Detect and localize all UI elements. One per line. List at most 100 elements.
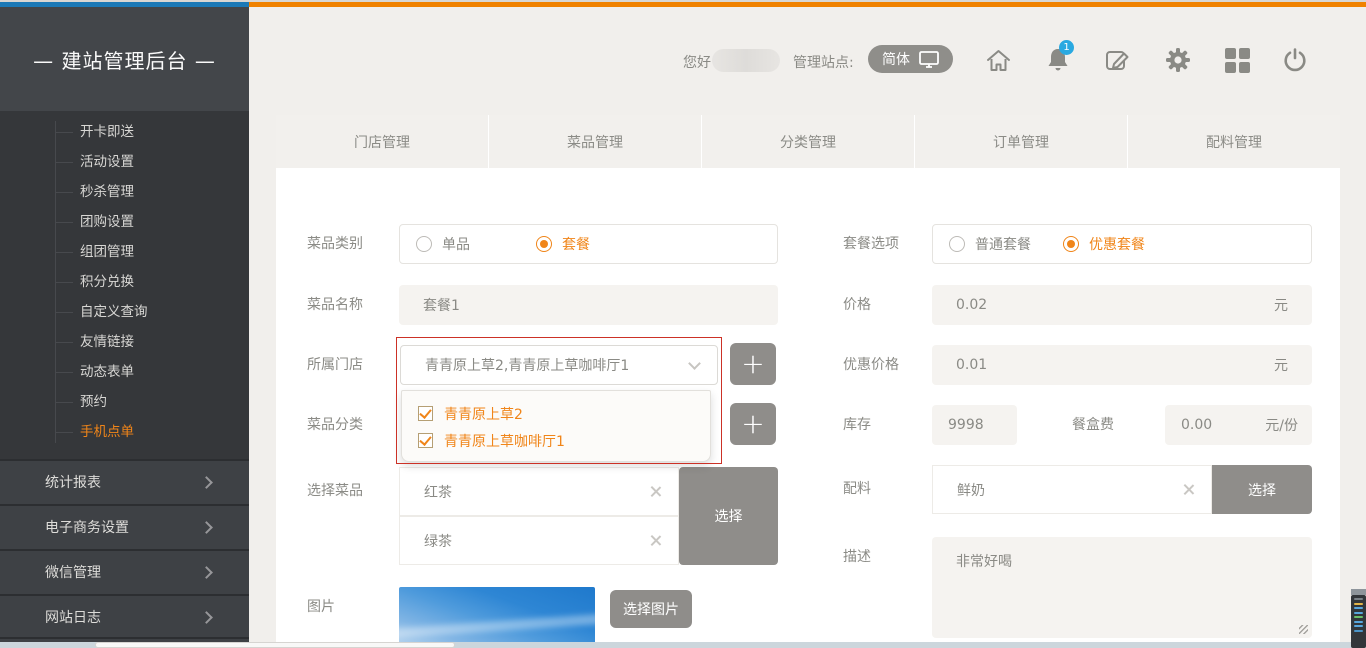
site-label: 管理站点: <box>793 52 854 72</box>
minimap-mark <box>1354 625 1363 627</box>
sidebar-item-groupbuy[interactable]: 团购设置 <box>0 207 249 237</box>
close-icon[interactable] <box>649 534 662 547</box>
chevron-down-icon <box>688 357 701 370</box>
horizontal-scrollbar-thumb[interactable] <box>95 642 455 648</box>
description-label: 描述 <box>843 537 871 577</box>
sidebar-item-booking[interactable]: 预约 <box>0 387 249 417</box>
monitor-icon <box>919 51 939 68</box>
tab-category-management[interactable]: 分类管理 <box>701 115 914 168</box>
sidebar-item-wechat[interactable]: 微信管理 <box>0 549 249 594</box>
tree-tick <box>56 192 73 193</box>
discount-price-input[interactable]: 0.01元 <box>932 345 1312 385</box>
tree-tick <box>56 132 73 133</box>
description-textarea[interactable]: 非常好喝 <box>932 537 1312 638</box>
store-dropdown-panel: 青青原上草2 青青原上草咖啡厅1 <box>401 390 711 462</box>
sidebar-item-mobile-order[interactable]: 手机点单 <box>0 417 249 447</box>
notification-badge: 1 <box>1059 40 1074 55</box>
language-pill[interactable]: 简体 <box>868 45 953 73</box>
sidebar-item-links[interactable]: 友情链接 <box>0 327 249 357</box>
resize-handle-icon[interactable] <box>1299 625 1308 634</box>
username-redacted <box>712 49 780 72</box>
sidebar-item-activity[interactable]: 活动设置 <box>0 147 249 177</box>
home-icon[interactable] <box>984 46 1012 74</box>
tab-order-management[interactable]: 订单管理 <box>914 115 1127 168</box>
chevron-right-icon <box>200 566 213 579</box>
sidebar-item-card-gift[interactable]: 开卡即送 <box>0 117 249 147</box>
dish-name-input[interactable]: 套餐1 <box>399 285 778 325</box>
select-dish-label: 选择菜品 <box>307 467 363 516</box>
category-radio-group: 单品 套餐 <box>399 224 778 264</box>
close-icon[interactable] <box>649 485 662 498</box>
minimap-mark <box>1354 621 1363 623</box>
tree-tick <box>56 432 73 433</box>
unit-label: 元/份 <box>1265 415 1298 435</box>
radio-single-dish[interactable]: 单品 <box>416 234 470 254</box>
tree-tick <box>56 312 73 313</box>
gear-icon[interactable] <box>1164 46 1192 74</box>
boxfee-input[interactable]: 0.00元/份 <box>1165 405 1312 445</box>
grid-icon[interactable] <box>1223 46 1251 74</box>
vertical-scrollbar[interactable] <box>1351 595 1366 648</box>
sidebar-item-dynamic-form[interactable]: 动态表单 <box>0 357 249 387</box>
ingredient-label: 配料 <box>843 465 871 514</box>
image-label: 图片 <box>307 587 335 627</box>
tree-tick <box>56 402 73 403</box>
radio-icon <box>1063 236 1079 252</box>
close-icon[interactable] <box>1182 483 1195 496</box>
tree-tick <box>56 252 73 253</box>
sidebar-item-points[interactable]: 积分兑换 <box>0 267 249 297</box>
bell-icon[interactable]: 1 <box>1044 46 1072 74</box>
select-ingredient-button[interactable]: 选择 <box>1212 465 1312 514</box>
store-select[interactable]: 青青原上草2,青青原上草咖啡厅1 <box>400 345 718 385</box>
radio-normal-combo[interactable]: 普通套餐 <box>949 234 1031 254</box>
combo-radio-group: 普通套餐 优惠套餐 <box>932 224 1312 264</box>
sidebar-item-statistics[interactable]: 统计报表 <box>0 459 249 504</box>
add-store-button[interactable]: + <box>730 343 776 385</box>
sidebar-item-ecommerce[interactable]: 电子商务设置 <box>0 504 249 549</box>
store-option-2[interactable]: 青青原上草咖啡厅1 <box>402 427 710 454</box>
sidebar: — 建站管理后台 — 开卡即送 活动设置 秒杀管理 团购设置 组团管理 积分兑换… <box>0 7 249 648</box>
radio-icon <box>536 236 552 252</box>
sidebar-item-custom-query[interactable]: 自定义查询 <box>0 297 249 327</box>
select-dishes-button[interactable]: 选择 <box>679 467 778 565</box>
sidebar-item-seckill[interactable]: 秒杀管理 <box>0 177 249 207</box>
tree-tick <box>56 282 73 283</box>
topbar: 您好 管理站点: 简体 1 <box>249 7 1366 111</box>
tab-ingredient-management[interactable]: 配料管理 <box>1127 115 1340 168</box>
tab-dish-management[interactable]: 菜品管理 <box>488 115 701 168</box>
sidebar-submenu: 开卡即送 活动设置 秒杀管理 团购设置 组团管理 积分兑换 自定义查询 友情链接… <box>0 111 249 459</box>
minimap-mark <box>1354 616 1363 618</box>
combo-option-label: 套餐选项 <box>843 224 899 264</box>
tree-tick <box>56 342 73 343</box>
stock-input[interactable]: 9998 <box>932 405 1017 445</box>
checkbox-checked-icon[interactable] <box>418 406 433 421</box>
sidebar-sections: 统计报表 电子商务设置 微信管理 网站日志 <box>0 459 249 639</box>
radio-combo[interactable]: 套餐 <box>536 234 590 254</box>
minimap-mark <box>1354 598 1363 600</box>
stock-label: 库存 <box>843 405 871 445</box>
power-icon[interactable] <box>1281 46 1309 74</box>
discount-price-label: 优惠价格 <box>843 345 899 385</box>
choose-image-button[interactable]: 选择图片 <box>610 590 692 628</box>
radio-discount-combo[interactable]: 优惠套餐 <box>1063 234 1145 254</box>
sidebar-item-team[interactable]: 组团管理 <box>0 237 249 267</box>
ingredient-input[interactable]: 鲜奶 <box>932 465 1212 514</box>
dish-name-label: 菜品名称 <box>307 285 363 325</box>
radio-icon <box>949 236 965 252</box>
tab-store-management[interactable]: 门店管理 <box>276 115 488 168</box>
minimap-mark <box>1354 607 1363 609</box>
unit-label: 元 <box>1274 355 1288 375</box>
price-input[interactable]: 0.02元 <box>932 285 1312 325</box>
checkbox-checked-icon[interactable] <box>418 433 433 448</box>
minimap-mark <box>1354 612 1363 614</box>
boxfee-label: 餐盒费 <box>1072 405 1114 445</box>
edit-icon[interactable] <box>1103 46 1131 74</box>
horizontal-scrollbar[interactable] <box>0 642 1366 648</box>
add-classify-button[interactable]: + <box>730 403 776 445</box>
form-card: 菜品类别 单品 套餐 菜品名称 套餐1 所属门店 青青原上草2,青青原上草咖啡厅… <box>276 168 1340 648</box>
sidebar-item-site-log[interactable]: 网站日志 <box>0 594 249 639</box>
radio-icon <box>416 236 432 252</box>
store-option-1[interactable]: 青青原上草2 <box>402 400 710 427</box>
dish-row[interactable]: 红茶 <box>399 467 679 516</box>
dish-row[interactable]: 绿茶 <box>399 516 679 565</box>
